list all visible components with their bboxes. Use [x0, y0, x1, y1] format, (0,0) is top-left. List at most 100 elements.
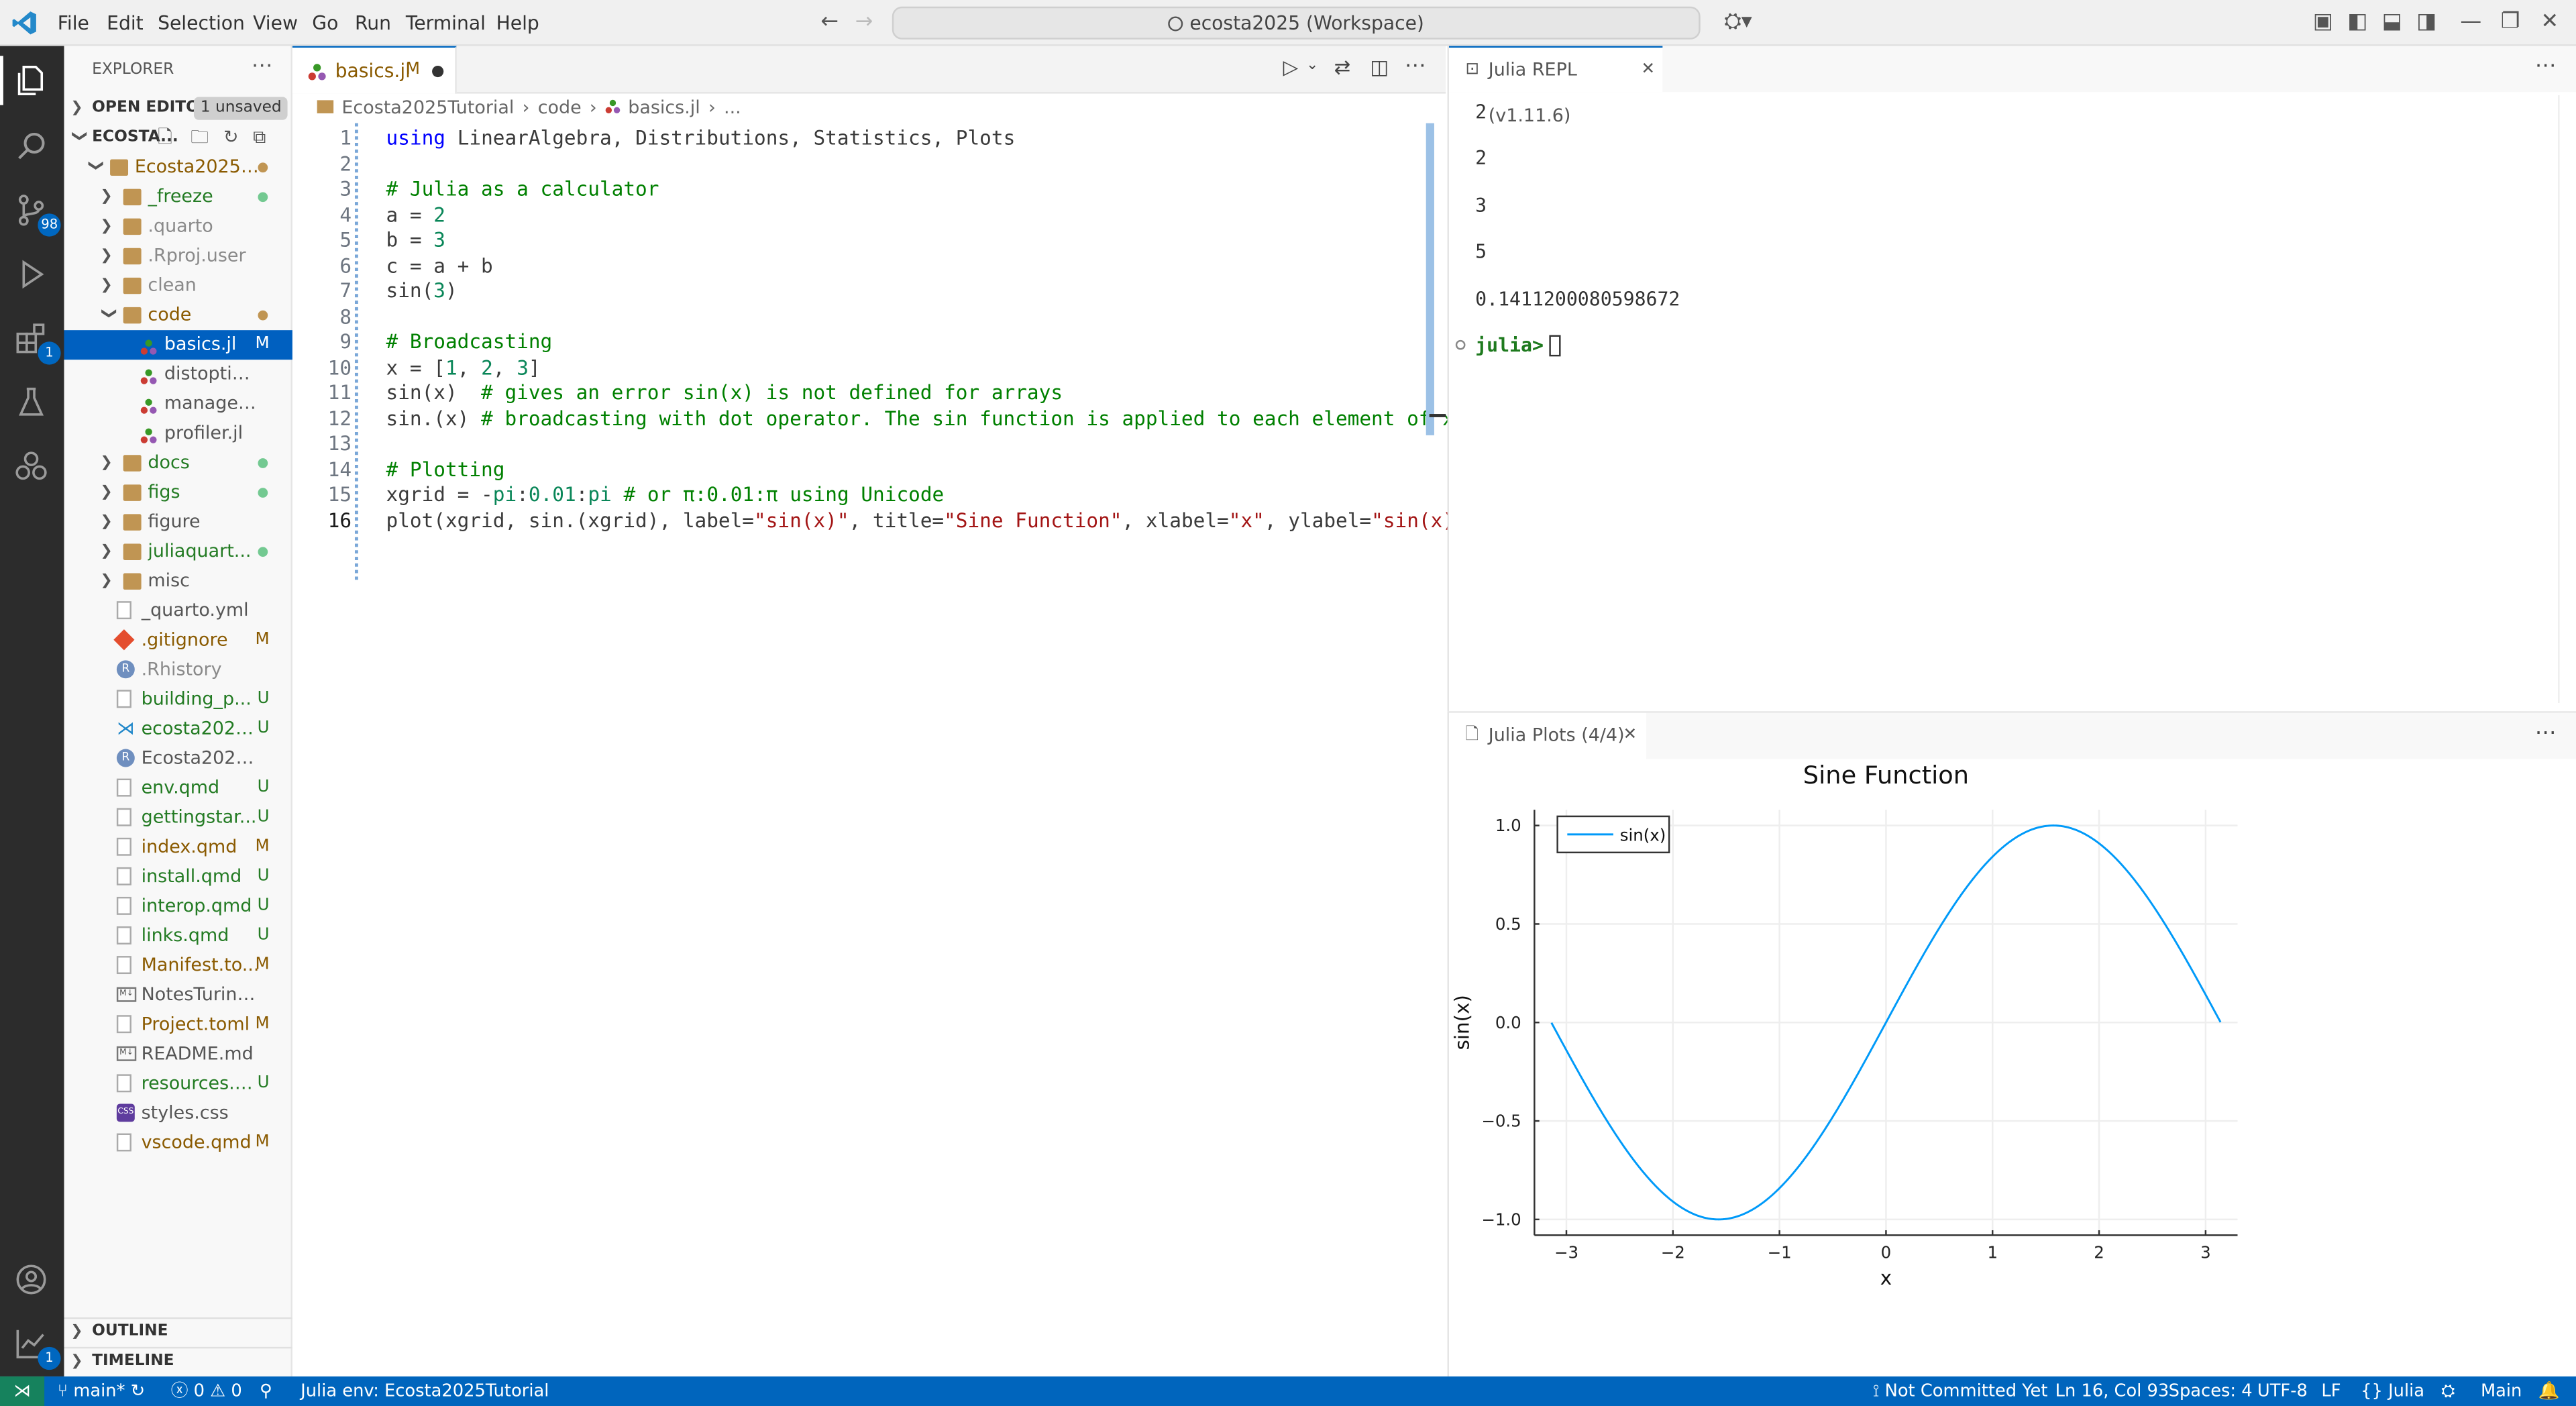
code-line[interactable]: # Plotting	[386, 457, 505, 483]
tree-folder[interactable]: ❯ clean	[64, 271, 292, 301]
more-actions-icon[interactable]: ⋯	[252, 54, 273, 79]
timeline-section[interactable]: ❯ TIMELINE	[64, 1347, 292, 1376]
search-icon[interactable]	[13, 128, 53, 168]
toggle-primary-sidebar-icon[interactable]: ◧	[2345, 10, 2371, 36]
tab-julia-plots[interactable]: 🗋 Julia Plots (4/4) ✕	[1449, 712, 1646, 759]
new-file-icon[interactable]: 🗋	[158, 123, 172, 153]
tab-basics-jl[interactable]: basics.jl M	[292, 46, 457, 94]
copilot-icon[interactable]: ⛭▾	[1717, 10, 1760, 36]
chevron-down-icon[interactable]: ❯	[94, 307, 123, 323]
code-line[interactable]: x = [1, 2, 3]	[386, 356, 541, 381]
menu-view[interactable]: View	[253, 0, 298, 46]
close-window-icon[interactable]: ✕	[2536, 10, 2563, 36]
code-line[interactable]: plot(xgrid, sin.(xgrid), label="sin(x)",…	[386, 508, 1479, 534]
tree-file[interactable]: .gitignore M	[64, 626, 292, 655]
tree-file[interactable]: index.qmd M	[64, 832, 292, 862]
indentation[interactable]: Spaces: 4	[2169, 1376, 2253, 1406]
tree-file[interactable]: links.qmd U	[64, 922, 292, 951]
menu-help[interactable]: Help	[496, 0, 539, 46]
tree-file[interactable]: profiler.jl	[64, 419, 292, 448]
tab-julia-repl[interactable]: ⊡ Julia REPL (v1.11.6) ✕	[1449, 46, 1663, 127]
tree-file[interactable]: basics.jl M	[64, 330, 292, 360]
split-editor-icon[interactable]: ◫	[1370, 56, 1389, 78]
encoding[interactable]: UTF-8	[2257, 1376, 2308, 1406]
remote-icon[interactable]: ⋊	[0, 1376, 45, 1406]
toggle-panel-icon[interactable]: ⬓	[2379, 10, 2405, 36]
chevron-right-icon[interactable]: ❯	[100, 508, 116, 537]
menu-go[interactable]: Go	[312, 0, 338, 46]
breadcrumb-folder[interactable]: code	[538, 97, 582, 118]
menu-file[interactable]: File	[58, 0, 89, 46]
tree-file[interactable]: R Ecosta2025Tutor...	[64, 744, 292, 773]
chevron-right-icon[interactable]: ❯	[100, 212, 116, 241]
chevron-right-icon[interactable]: ❯	[100, 241, 116, 271]
code-area[interactable]: 1 using LinearAlgebra, Distributions, Sta…	[292, 123, 1479, 616]
tree-file[interactable]: distoptim.jl	[64, 360, 292, 389]
back-arrow-icon[interactable]: ←	[816, 10, 843, 36]
tree-file[interactable]: resources.q... U	[64, 1069, 292, 1099]
source-control-icon[interactable]: 98	[13, 192, 62, 237]
tree-file[interactable]: CSS styles.css	[64, 1099, 292, 1128]
copilot-status-icon[interactable]: ⛭	[2441, 1376, 2455, 1406]
code-line[interactable]: # Broadcasting	[386, 330, 553, 356]
code-line[interactable]: sin.(x) # broadcasting with dot operator…	[386, 407, 1466, 432]
extensions-icon[interactable]: 1	[13, 320, 61, 365]
tree-folder[interactable]: ❯ _freeze	[64, 182, 292, 212]
tree-file[interactable]: install.qmd U	[64, 863, 292, 892]
chevron-right-icon[interactable]: ❯	[100, 448, 116, 478]
tree-folder[interactable]: ❯ misc	[64, 567, 292, 596]
branch-indicator[interactable]: ⑂ main* ↻	[58, 1376, 146, 1406]
layout-mode[interactable]: Main	[2481, 1376, 2522, 1406]
manage-chart-icon[interactable]: 1	[13, 1326, 61, 1370]
notifications-icon[interactable]: 🔔	[2538, 1376, 2560, 1406]
forward-arrow-icon[interactable]: →	[851, 10, 877, 36]
explorer-icon[interactable]	[13, 62, 53, 102]
tree-folder[interactable]: ❯ .Rproj.user	[64, 241, 292, 271]
breadcrumb-symbol[interactable]: ...	[724, 97, 741, 118]
open-editors-section[interactable]: ❯ OPEN EDITORS 1 unsaved	[64, 94, 292, 123]
code-line[interactable]: xgrid = -pi:0.01:pi # or π:0.01:π using …	[386, 483, 945, 508]
julia-icon[interactable]	[13, 448, 53, 488]
chevron-down-icon[interactable]: ❯	[80, 160, 110, 176]
tree-folder[interactable]: ❯ .quarto	[64, 212, 292, 241]
tree-folder[interactable]: ❯ juliaquart...	[64, 537, 292, 567]
code-line[interactable]: b = 3	[386, 228, 446, 254]
chevron-right-icon[interactable]: ❯	[100, 271, 116, 301]
breadcrumb-root[interactable]: Ecosta2025Tutorial	[341, 97, 514, 118]
tree-file[interactable]: env.qmd U	[64, 773, 292, 803]
menu-run[interactable]: Run	[355, 0, 391, 46]
unsaved-dot-icon[interactable]	[432, 65, 444, 78]
minimize-window-icon[interactable]: —	[2458, 10, 2484, 36]
tree-folder[interactable]: ❯ docs	[64, 448, 292, 478]
problems-indicator[interactable]: ⓧ 0 ⚠ 0	[171, 1376, 242, 1406]
chevron-right-icon[interactable]: ❯	[100, 537, 116, 567]
tree-file[interactable]: managedata.jl	[64, 389, 292, 419]
run-debug-icon[interactable]	[13, 256, 53, 296]
menu-terminal[interactable]: Terminal	[406, 0, 486, 46]
run-file-icon[interactable]: ▷	[1283, 56, 1299, 78]
tree-file[interactable]: building_p... U	[64, 685, 292, 714]
close-tab-icon[interactable]: ✕	[1623, 713, 1638, 759]
tree-folder[interactable]: ❯ Ecosta2025T...	[64, 153, 292, 182]
repl-cursor[interactable]	[1549, 335, 1561, 357]
code-line[interactable]: # Julia as a calculator	[386, 177, 659, 203]
new-folder-icon[interactable]: 🗀	[191, 123, 209, 153]
end-of-line[interactable]: LF	[2321, 1376, 2341, 1406]
tree-folder[interactable]: ❯ figure	[64, 508, 292, 537]
tree-file[interactable]: interop.qmd U	[64, 892, 292, 922]
command-center-search[interactable]: ecosta2025 (Workspace)	[892, 6, 1701, 40]
tree-file[interactable]: M↓ README.md	[64, 1040, 292, 1069]
tree-file[interactable]: gettingstar... U	[64, 803, 292, 832]
breadcrumb-file[interactable]: basics.jl	[628, 97, 700, 118]
chevron-right-icon[interactable]: ❯	[100, 182, 116, 212]
editor-more-icon[interactable]: ⋯	[1405, 54, 1426, 79]
tree-file[interactable]: _quarto.yml	[64, 596, 292, 626]
code-line[interactable]: c = a + b	[386, 254, 493, 279]
tree-file[interactable]: R .Rhistory	[64, 655, 292, 685]
cursor-position[interactable]: Ln 16, Col 93	[2055, 1376, 2169, 1406]
testing-flask-icon[interactable]	[13, 384, 53, 424]
customize-layout-icon[interactable]: ▣	[2310, 10, 2336, 36]
repl-more-icon[interactable]: ⋯	[2535, 54, 2557, 79]
git-blame[interactable]: ⟟ Not Committed Yet	[1873, 1376, 2048, 1406]
run-dropdown-icon[interactable]: ⌄	[1306, 58, 1318, 74]
